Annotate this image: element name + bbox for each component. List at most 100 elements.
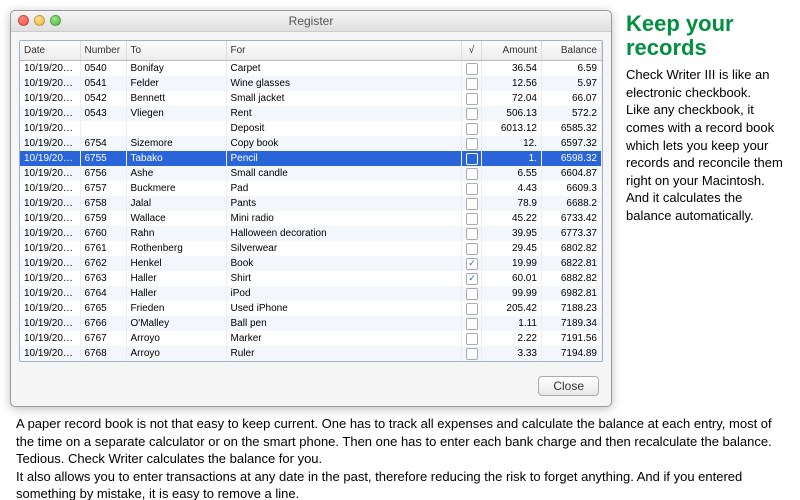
checkbox-icon[interactable] (466, 93, 478, 105)
cell-number[interactable]: 6768 (80, 346, 126, 361)
cell-date[interactable]: 10/19/20… (20, 196, 80, 211)
cell-to[interactable]: Vliegen (126, 106, 226, 121)
register-table[interactable]: Date Number To For √ Amount Balance 10/1… (20, 41, 602, 361)
cell-amount[interactable]: 6.55 (482, 166, 542, 181)
cell-date[interactable]: 10/19/20… (20, 76, 80, 91)
cell-check[interactable] (462, 181, 482, 196)
checkbox-icon[interactable] (466, 348, 478, 360)
cell-check[interactable] (462, 331, 482, 346)
column-headers[interactable]: Date Number To For √ Amount Balance (20, 41, 602, 61)
cell-amount[interactable]: 506.13 (482, 106, 542, 121)
cell-date[interactable]: 10/19/20… (20, 166, 80, 181)
cell-date[interactable]: 10/19/20… (20, 271, 80, 286)
table-row[interactable]: 10/19/20…6765FriedenUsed iPhone205.42718… (20, 301, 602, 316)
cell-date[interactable]: 10/19/20… (20, 181, 80, 196)
cell-for_[interactable]: Mini radio (226, 211, 462, 226)
cell-to[interactable]: O'Malley (126, 316, 226, 331)
checkbox-icon[interactable] (466, 198, 478, 210)
cell-for_[interactable]: Small candle (226, 166, 462, 181)
cell-balance[interactable]: 7188.23 (542, 301, 602, 316)
cell-date[interactable]: 10/19/20… (20, 91, 80, 106)
cell-amount[interactable]: 39.95 (482, 226, 542, 241)
window-close-icon[interactable] (18, 15, 29, 26)
checkbox-icon[interactable] (466, 183, 478, 195)
table-row[interactable]: 10/19/20…Deposit6013.126585.32 (20, 121, 602, 136)
cell-amount[interactable]: 60.01 (482, 271, 542, 286)
table-row[interactable]: 10/19/20…6768ArroyoRuler3.337194.89 (20, 346, 602, 361)
cell-check[interactable] (462, 241, 482, 256)
cell-amount[interactable]: 78.9 (482, 196, 542, 211)
cell-date[interactable]: 10/19/20… (20, 226, 80, 241)
checkbox-icon[interactable] (466, 213, 478, 225)
table-row[interactable]: 10/19/20…6757BuckmerePad4.436609.3 (20, 181, 602, 196)
table-row[interactable]: 10/19/20…6761RothenbergSilverwear29.4568… (20, 241, 602, 256)
cell-to[interactable]: Tabako (126, 151, 226, 166)
cell-balance[interactable]: 6773.37 (542, 226, 602, 241)
cell-check[interactable] (462, 61, 482, 77)
cell-for_[interactable]: Silverwear (226, 241, 462, 256)
cell-balance[interactable]: 6802.82 (542, 241, 602, 256)
checkbox-icon[interactable] (466, 108, 478, 120)
cell-for_[interactable]: Small jacket (226, 91, 462, 106)
table-row[interactable]: 10/19/20…6767ArroyoMarker2.227191.56 (20, 331, 602, 346)
cell-date[interactable]: 10/19/20… (20, 151, 80, 166)
cell-for_[interactable]: Copy book (226, 136, 462, 151)
col-date[interactable]: Date (20, 41, 80, 61)
checkbox-icon[interactable] (466, 123, 478, 135)
col-amount[interactable]: Amount (482, 41, 542, 61)
cell-to[interactable]: Arroyo (126, 346, 226, 361)
table-row[interactable]: 10/19/20…6764HalleriPod99.996982.81 (20, 286, 602, 301)
cell-check[interactable] (462, 211, 482, 226)
cell-for_[interactable]: Pencil (226, 151, 462, 166)
cell-to[interactable]: Bonifay (126, 61, 226, 77)
cell-balance[interactable]: 5.97 (542, 76, 602, 91)
col-to[interactable]: To (126, 41, 226, 61)
cell-to[interactable]: Ashe (126, 166, 226, 181)
cell-number[interactable]: 6767 (80, 331, 126, 346)
cell-for_[interactable]: Ball pen (226, 316, 462, 331)
cell-number[interactable]: 6754 (80, 136, 126, 151)
cell-check[interactable] (462, 151, 482, 166)
cell-to[interactable] (126, 121, 226, 136)
cell-to[interactable]: Haller (126, 286, 226, 301)
table-row[interactable]: 10/19/20…0543VliegenRent506.13572.2 (20, 106, 602, 121)
cell-date[interactable]: 10/19/20… (20, 211, 80, 226)
cell-for_[interactable]: Halloween decoration (226, 226, 462, 241)
cell-amount[interactable]: 29.45 (482, 241, 542, 256)
checkbox-icon[interactable] (466, 168, 478, 180)
cell-amount[interactable]: 1.11 (482, 316, 542, 331)
cell-balance[interactable]: 6733.42 (542, 211, 602, 226)
cell-amount[interactable]: 4.43 (482, 181, 542, 196)
cell-number[interactable]: 6760 (80, 226, 126, 241)
cell-for_[interactable]: Wine glasses (226, 76, 462, 91)
cell-number[interactable]: 6758 (80, 196, 126, 211)
checkbox-icon[interactable]: ✓ (466, 273, 478, 285)
cell-for_[interactable]: Ruler (226, 346, 462, 361)
cell-number[interactable]: 0543 (80, 106, 126, 121)
checkbox-icon[interactable] (466, 228, 478, 240)
cell-to[interactable]: Rahn (126, 226, 226, 241)
checkbox-icon[interactable] (466, 153, 478, 165)
window-minimize-icon[interactable] (34, 15, 45, 26)
table-row[interactable]: 10/19/20…6756AsheSmall candle6.556604.87 (20, 166, 602, 181)
cell-date[interactable]: 10/19/20… (20, 316, 80, 331)
cell-to[interactable]: Felder (126, 76, 226, 91)
table-row[interactable]: 10/19/20…6763HallerShirt✓60.016882.82 (20, 271, 602, 286)
checkbox-icon[interactable] (466, 78, 478, 90)
cell-to[interactable]: Arroyo (126, 331, 226, 346)
cell-date[interactable]: 10/19/20… (20, 286, 80, 301)
cell-balance[interactable]: 7191.56 (542, 331, 602, 346)
cell-for_[interactable]: Book (226, 256, 462, 271)
table-row[interactable]: 10/19/20…6759WallaceMini radio45.226733.… (20, 211, 602, 226)
checkbox-icon[interactable]: ✓ (466, 258, 478, 270)
cell-for_[interactable]: Pad (226, 181, 462, 196)
cell-balance[interactable]: 66.07 (542, 91, 602, 106)
cell-to[interactable]: Bennett (126, 91, 226, 106)
table-row[interactable]: 10/19/20…6758JalalPants78.96688.2 (20, 196, 602, 211)
cell-check[interactable] (462, 91, 482, 106)
col-balance[interactable]: Balance (542, 41, 602, 61)
cell-date[interactable]: 10/19/20… (20, 331, 80, 346)
cell-date[interactable]: 10/19/20… (20, 346, 80, 361)
cell-amount[interactable]: 12. (482, 136, 542, 151)
cell-to[interactable]: Rothenberg (126, 241, 226, 256)
